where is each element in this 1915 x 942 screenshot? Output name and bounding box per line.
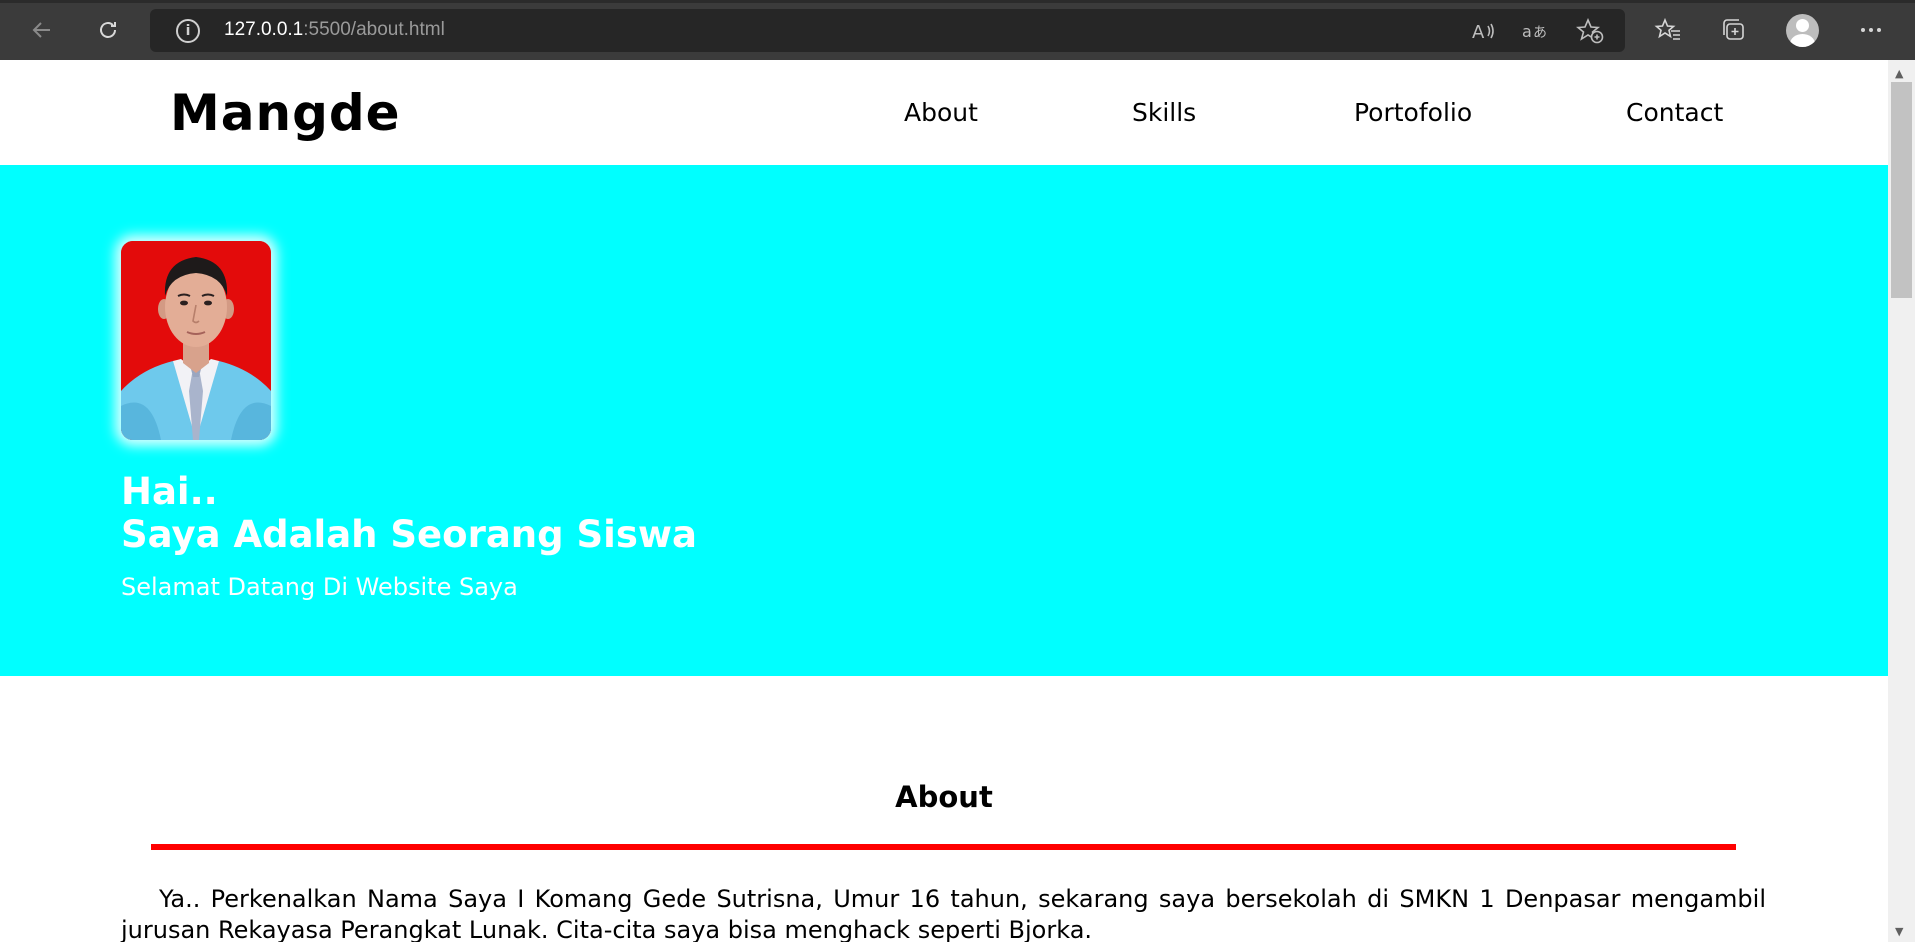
page-scrollbar[interactable]: ▲ ▼ bbox=[1888, 60, 1915, 942]
add-favorite-icon[interactable] bbox=[1576, 18, 1604, 44]
about-title: About bbox=[895, 780, 993, 814]
translate-icon[interactable]: aあ bbox=[1522, 18, 1550, 44]
read-aloud-icon[interactable]: A bbox=[1470, 18, 1498, 44]
hero-section: Hai.. Saya Adalah Seorang Siswa Selamat … bbox=[0, 165, 1888, 676]
scroll-down-arrow-icon[interactable]: ▼ bbox=[1895, 925, 1903, 938]
url-text[interactable]: 127.0.0.1:5500/about.html bbox=[224, 19, 445, 41]
profile-icon[interactable] bbox=[1786, 14, 1819, 47]
profile-head-shape bbox=[1796, 19, 1809, 32]
hero-greeting: Hai.. bbox=[121, 470, 218, 513]
about-divider bbox=[151, 844, 1736, 850]
site-header: Mangde About Skills Portofolio Contact bbox=[0, 60, 1888, 165]
svg-text:あ: あ bbox=[1533, 25, 1547, 41]
hero-headline: Saya Adalah Seorang Siswa bbox=[121, 513, 697, 556]
scrollbar-thumb[interactable] bbox=[1891, 82, 1912, 298]
page-viewport: Mangde About Skills Portofolio Contact H… bbox=[0, 60, 1888, 942]
url-path: :5500/about.html bbox=[303, 19, 445, 40]
address-bar[interactable]: i 127.0.0.1:5500/about.html A aあ bbox=[150, 9, 1625, 52]
nav-link-portofolio[interactable]: Portofolio bbox=[1354, 98, 1472, 127]
site-logo[interactable]: Mangde bbox=[170, 84, 401, 142]
reload-icon bbox=[100, 22, 116, 38]
favorites-icon[interactable] bbox=[1652, 14, 1684, 46]
browser-toolbar: i 127.0.0.1:5500/about.html A aあ bbox=[0, 0, 1915, 60]
about-text: Ya.. Perkenalkan Nama Saya I Komang Gede… bbox=[121, 885, 1766, 942]
window-top-edge bbox=[0, 0, 1915, 3]
collections-icon[interactable] bbox=[1718, 14, 1750, 46]
nav-link-contact[interactable]: Contact bbox=[1626, 98, 1723, 127]
hero-heading: Hai.. Saya Adalah Seorang Siswa bbox=[121, 470, 697, 556]
back-button[interactable] bbox=[24, 12, 60, 48]
profile-shoulders-shape bbox=[1790, 34, 1815, 47]
url-host: 127.0.0.1 bbox=[224, 19, 304, 40]
hero-subtitle: Selamat Datang Di Website Saya bbox=[121, 573, 518, 601]
profile-photo bbox=[121, 241, 271, 440]
more-icon[interactable] bbox=[1855, 14, 1887, 46]
nav-link-about[interactable]: About bbox=[904, 98, 978, 127]
svg-text:a: a bbox=[1522, 22, 1532, 41]
nav-link-skills[interactable]: Skills bbox=[1132, 98, 1196, 127]
reload-button[interactable] bbox=[90, 12, 126, 48]
scroll-up-arrow-icon[interactable]: ▲ bbox=[1895, 67, 1903, 80]
svg-text:A: A bbox=[1472, 22, 1485, 43]
back-arrow-icon bbox=[32, 22, 50, 38]
info-icon[interactable]: i bbox=[176, 19, 200, 43]
